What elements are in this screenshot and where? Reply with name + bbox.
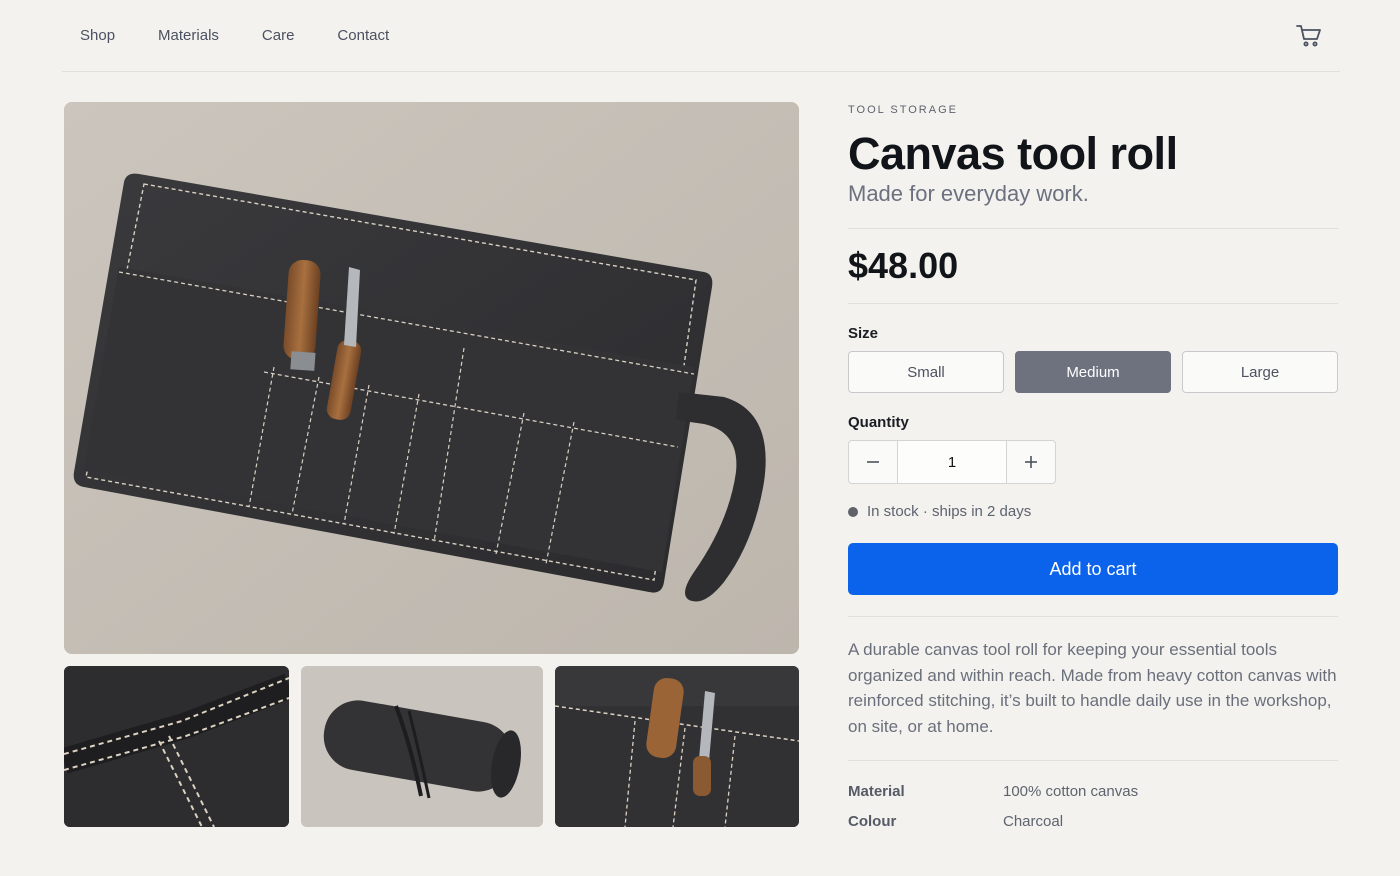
divider <box>848 228 1338 229</box>
product-subtitle: Made for everyday work. <box>848 181 1089 206</box>
size-option-medium[interactable]: Medium <box>1015 351 1171 393</box>
quantity-stepper: 1 <box>848 440 1056 484</box>
spec-value-material: 100% cotton canvas <box>1003 783 1139 800</box>
size-option-large[interactable]: Large <box>1182 351 1338 393</box>
product-description: A durable canvas tool roll for keeping y… <box>848 640 1337 736</box>
product-category: TOOL STORAGE <box>848 104 958 116</box>
thumbnail-tools-in-pockets[interactable] <box>555 666 799 827</box>
main-product-image <box>64 102 799 654</box>
stock-text: In stock · ships in 2 days <box>867 503 1032 520</box>
minus-icon[interactable] <box>849 441 897 483</box>
nav-links: Shop Materials Care Contact <box>80 27 432 44</box>
product-price: $48.00 <box>848 245 959 286</box>
plus-icon[interactable] <box>1007 441 1055 483</box>
divider <box>848 303 1338 304</box>
divider <box>848 616 1338 617</box>
thumbnail-rolled[interactable] <box>301 666 543 827</box>
spec-label-colour: Colour <box>848 813 897 830</box>
nav-link-shop[interactable]: Shop <box>80 27 115 44</box>
product-title: Canvas tool roll <box>848 128 1178 179</box>
nav-link-contact[interactable]: Contact <box>337 27 389 44</box>
quantity-label: Quantity <box>848 414 909 431</box>
add-to-cart-button[interactable]: Add to cart <box>848 543 1338 595</box>
quantity-value[interactable]: 1 <box>897 441 1007 483</box>
divider <box>848 760 1338 761</box>
nav-link-materials[interactable]: Materials <box>158 27 219 44</box>
size-label: Size <box>848 325 879 342</box>
spec-value-colour: Charcoal <box>1003 813 1064 830</box>
spec-label-material: Material <box>848 783 905 800</box>
size-option-small[interactable]: Small <box>848 351 1004 393</box>
stock-dot-icon <box>848 506 858 517</box>
thumbnail-stitching-detail[interactable] <box>64 666 289 827</box>
stock-status: In stock · ships in 2 days <box>848 503 1031 520</box>
cart-icon[interactable] <box>1295 22 1323 50</box>
nav-link-care[interactable]: Care <box>262 27 295 44</box>
top-nav: Shop Materials Care Contact <box>62 0 1340 72</box>
